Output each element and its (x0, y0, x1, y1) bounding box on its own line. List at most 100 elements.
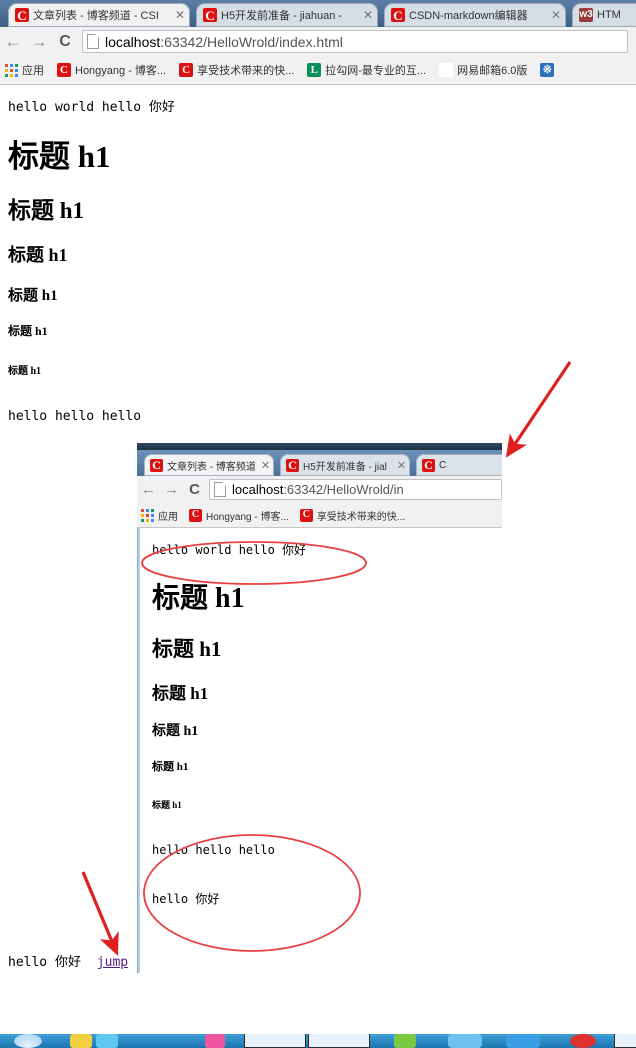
nested-bookmark-apps: 应用 (141, 508, 178, 523)
close-icon[interactable]: ✕ (362, 9, 374, 21)
intro-text: hello world hello 你好 (8, 100, 175, 115)
w3-favicon: w3 (579, 8, 593, 22)
paragraph-1: hello hello hello (8, 409, 142, 424)
browser-tab-strip: 文章列表 - 博客频道 - CSI ✕ H5开发前准备 - jiahuan - … (0, 0, 636, 27)
nested-heading-h6: 标题 h1 (152, 800, 182, 810)
taskbar-icon-4[interactable] (394, 1034, 416, 1048)
heading-h5: 标题 h1 (8, 324, 48, 338)
csdn-favicon: C (189, 508, 202, 522)
back-button[interactable]: ← (0, 33, 26, 50)
csdn-favicon: C (299, 508, 313, 522)
close-icon: ✕ (396, 459, 407, 472)
csdn-favicon (15, 8, 29, 22)
bookmark-label: Hongyang - 博客... (206, 511, 289, 523)
csdn-favicon (203, 8, 217, 22)
heading-h2: 标题 h1 (8, 198, 85, 223)
screenshot-root: 文章列表 - 博客频道 - CSI ✕ H5开发前准备 - jiahuan - … (0, 0, 636, 1048)
footer-label: hello 你好 (8, 955, 81, 970)
footer-text: hello 你好 jump (8, 951, 128, 970)
reload-icon[interactable]: C (52, 33, 78, 50)
url-path: :63342/HelloWrold/index.html (160, 33, 343, 50)
bookmark-label: 网易邮箱6.0版 (457, 65, 528, 77)
browser-tab-1[interactable]: H5开发前准备 - jiahuan - ✕ (196, 3, 378, 27)
bookmark-label: 享受技术带来的快... (316, 511, 406, 523)
forward-button: → (164, 481, 179, 498)
taskbar-icon-2[interactable] (96, 1034, 118, 1048)
close-icon[interactable]: ✕ (550, 9, 562, 21)
tab-title: CSDN-markdown编辑器 (409, 10, 528, 22)
nested-address-bar: localhost:63342/HelloWrold/in (209, 479, 502, 500)
nested-desktop-band (137, 443, 502, 450)
csdn-favicon: C (179, 63, 194, 77)
address-bar[interactable]: localhost:63342/HelloWrold/index.html (82, 30, 628, 53)
nested-toolbar: ← → C localhost:63342/HelloWrold/in (137, 476, 502, 504)
url-host: localhost (105, 33, 161, 50)
heading-h4: 标题 h1 (8, 288, 58, 304)
taskbar-icon-5[interactable] (448, 1034, 482, 1048)
url-host: localhost (232, 482, 284, 497)
nested-heading-h3: 标题 h1 (152, 684, 209, 703)
bookmark-extra[interactable]: ※ (540, 63, 558, 77)
bookmark-label: 应用 (158, 511, 178, 523)
nested-tab-2: C C (416, 454, 502, 476)
browser-tab-0[interactable]: 文章列表 - 博客频道 - CSI ✕ (8, 3, 190, 27)
tab-title: C (439, 459, 447, 471)
bookmark-lagou[interactable]: L 拉勾网-最专业的互... (307, 62, 426, 78)
heading-h3: 标题 h1 (8, 245, 68, 265)
blue-favicon: ※ (540, 63, 555, 77)
nested-address-url: localhost:63342/HelloWrold/in (232, 482, 404, 497)
nested-intro-text: hello world hello 你好 (152, 543, 307, 557)
reload-icon: C (189, 481, 200, 498)
taskbar-icon-1[interactable] (70, 1034, 92, 1048)
nested-page-content: hello world hello 你好 标题 h1 标题 h1 标题 h1 标… (137, 528, 505, 973)
bookmark-label: 享受技术带来的快... (197, 65, 295, 77)
jump-link[interactable]: jump (97, 955, 128, 970)
tab-title: 文章列表 - 博客频道 - CSI (33, 10, 159, 22)
close-icon[interactable]: ✕ (174, 9, 186, 21)
nested-bookmark-tech: C 享受技术带来的快... (299, 508, 406, 523)
tab-title: HTM (597, 9, 621, 21)
browser-tab-3[interactable]: w3 HTM (572, 3, 636, 27)
bookmark-hongyang[interactable]: C Hongyang - 博客... (57, 62, 166, 78)
taskbar-window-2[interactable] (308, 1034, 370, 1048)
netease-favicon: 易 (439, 63, 454, 77)
bookmark-netease[interactable]: 易 网易邮箱6.0版 (439, 62, 527, 78)
taskbar-window-1[interactable] (244, 1034, 306, 1048)
nested-paragraph-1: hello hello hello (152, 843, 275, 857)
taskbar-icon-3[interactable] (205, 1034, 225, 1048)
taskbar-icon-7[interactable] (570, 1034, 596, 1048)
apps-grid-icon (141, 508, 154, 522)
bookmark-tech[interactable]: C 享受技术带来的快... (179, 62, 294, 78)
bookmark-apps[interactable]: 应用 (5, 62, 44, 78)
csdn-favicon (391, 8, 405, 22)
tab-title: 文章列表 - 博客频道 (167, 461, 256, 473)
nested-heading-h4: 标题 h1 (152, 724, 199, 739)
page-info-icon (214, 482, 226, 497)
back-button: ← (141, 481, 156, 498)
taskbar-window-3[interactable] (614, 1034, 636, 1048)
csdn-favicon: C (150, 458, 163, 472)
taskbar-start-orb[interactable] (14, 1034, 42, 1048)
bookmark-label: 拉勾网-最专业的互... (325, 65, 427, 77)
nested-heading-h2: 标题 h1 (152, 637, 222, 661)
address-bar-url: localhost:63342/HelloWrold/index.html (105, 34, 343, 50)
heading-h6: 标题 h1 (8, 366, 42, 377)
csdn-favicon: C (286, 458, 299, 472)
csdn-favicon: C (422, 458, 435, 472)
taskbar-icon-6[interactable] (506, 1034, 540, 1048)
browser-tab-2[interactable]: CSDN-markdown编辑器 ✕ (384, 3, 566, 27)
browser-toolbar: ← → C localhost:63342/HelloWrold/index.h… (0, 27, 636, 57)
page-info-icon (87, 34, 99, 49)
bookmarks-bar: 应用 C Hongyang - 博客... C 享受技术带来的快... L 拉勾… (0, 56, 636, 85)
bookmark-label: 应用 (22, 65, 44, 77)
lagou-favicon: L (307, 63, 322, 77)
apps-grid-icon (5, 63, 18, 77)
forward-button[interactable]: → (26, 33, 52, 50)
nested-bookmarks-bar: 应用 C Hongyang - 博客... C 享受技术带来的快... (137, 503, 502, 528)
nested-tab-1: C H5开发前准备 - jial ✕ (280, 454, 410, 476)
nested-bookmark-hongyang: C Hongyang - 博客... (189, 508, 289, 523)
heading-h1: 标题 h1 (8, 139, 111, 174)
bookmark-label: Hongyang - 博客... (75, 65, 167, 77)
tab-title: H5开发前准备 - jiahuan - (221, 10, 343, 22)
tab-title: H5开发前准备 - jial (303, 461, 387, 473)
